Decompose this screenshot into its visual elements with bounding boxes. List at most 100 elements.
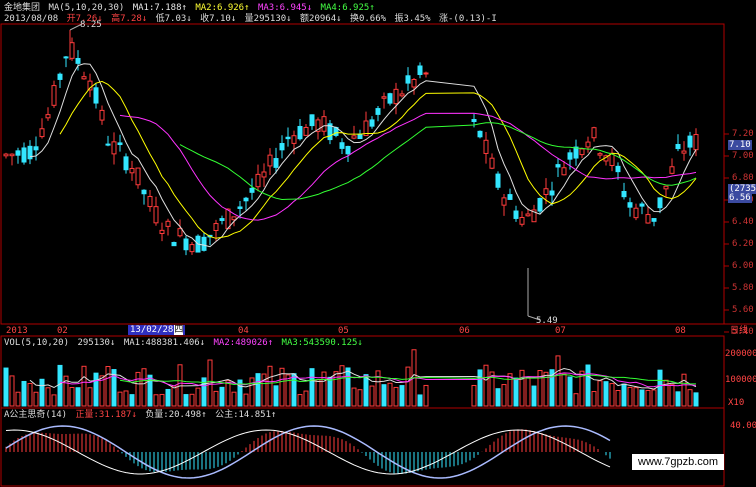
period-selector[interactable]: 日线 — [730, 326, 748, 336]
volume-bar — [627, 386, 633, 407]
volume-bar — [225, 380, 231, 407]
volume-bar — [51, 394, 57, 407]
candle-down — [243, 197, 249, 202]
candle-down — [639, 203, 645, 207]
vol-tick-100000: 100000 — [725, 375, 756, 385]
price-tick-label: 6.40 — [732, 217, 754, 227]
volume-bar — [153, 394, 159, 407]
volume-bar — [381, 384, 387, 407]
volume-bar — [423, 384, 429, 407]
volume-bar — [255, 373, 261, 407]
volume-bar — [591, 391, 597, 407]
volume-bar — [291, 373, 297, 407]
volume-bar — [33, 391, 39, 407]
site-watermark: www.7gpzb.com — [632, 454, 725, 470]
ind-title: A公主思奇(14) — [4, 410, 68, 420]
volume-bar — [183, 394, 189, 407]
candle-up — [411, 78, 417, 88]
volume-bar — [555, 355, 561, 407]
ind-negative: 负量:20.498↑ — [145, 410, 207, 420]
candle-down — [93, 87, 99, 104]
candle-down — [309, 114, 315, 127]
volume-bar — [81, 365, 87, 407]
indicator-header: A公主思奇(14) 正量:31.187↓ 负量:20.498↑ 公主:14.85… — [4, 410, 279, 420]
volume-bar — [93, 372, 99, 407]
candle-down — [183, 238, 189, 251]
price-tick-label: 6.20 — [732, 239, 754, 249]
vol-title: VOL(5,10,20) — [4, 338, 70, 348]
time-label-selected[interactable]: 13/02/28四 — [128, 325, 186, 335]
candle-up — [261, 171, 267, 178]
candle-up — [9, 153, 15, 157]
candle-up — [561, 167, 567, 176]
volume-bar — [501, 384, 507, 407]
indicator-bars — [5, 429, 611, 475]
candle-up — [39, 128, 45, 138]
candle-down — [273, 158, 279, 168]
candle-down — [513, 210, 519, 219]
candle-down — [249, 187, 255, 193]
candle-down — [63, 56, 69, 59]
candle-up — [111, 141, 117, 155]
volume-bar — [309, 368, 315, 407]
volume-bar — [567, 376, 573, 407]
current-price-box: 7.10 — [728, 140, 752, 150]
volume-bar — [213, 390, 219, 407]
volume-bar — [471, 384, 477, 407]
volume-bar — [351, 387, 357, 407]
candle-down — [405, 75, 411, 84]
vol-ma1: MA1:488381.406↓ — [123, 338, 206, 348]
candle-up — [267, 154, 273, 167]
vol-ma2: MA2:489026↑ — [213, 338, 274, 348]
volume-bar — [165, 388, 171, 407]
time-label-02: 02 — [57, 326, 68, 336]
volume-bar — [357, 389, 363, 407]
volume-bar — [507, 373, 513, 407]
candle-up — [399, 93, 405, 97]
volume-bar — [615, 390, 621, 407]
candle-down — [201, 236, 207, 251]
volume-bar — [141, 368, 147, 407]
candle-up — [255, 173, 261, 188]
candle-down — [477, 130, 483, 138]
low-price-mark: 5.49 — [536, 316, 558, 326]
volume-bar — [393, 386, 399, 407]
ind-princess: 公主:14.851↑ — [215, 410, 277, 420]
candle-up — [489, 157, 495, 169]
volume-bar — [363, 374, 369, 407]
volume-bar — [39, 378, 45, 407]
volume-bar — [21, 380, 27, 407]
vol-tick-200000: 200000 — [725, 349, 756, 359]
volume-bar — [633, 387, 639, 407]
candle-up — [153, 206, 159, 224]
volume-bar — [609, 383, 615, 407]
candle-down — [21, 147, 27, 163]
candle-up — [231, 216, 237, 221]
candle-up — [69, 42, 75, 59]
candle-down — [567, 152, 573, 160]
volume-bar — [135, 371, 141, 407]
price-tick-label: 5.60 — [732, 305, 754, 315]
volume-bar — [687, 389, 693, 407]
volume-bar — [45, 387, 51, 407]
candle-up — [291, 135, 297, 144]
volume-bar — [651, 389, 657, 407]
candle-up — [591, 127, 597, 139]
time-label-08: 08 — [675, 326, 686, 336]
candle-up — [129, 167, 135, 174]
candle-up — [147, 195, 153, 208]
volume-bar — [387, 382, 393, 407]
volume-bar — [645, 390, 651, 407]
volume-bar — [177, 364, 183, 407]
volume-ma-lines — [29, 367, 697, 390]
candle-down — [621, 190, 627, 198]
time-label-2013: 2013 — [6, 326, 28, 336]
volume-bar — [675, 391, 681, 407]
candle-down — [627, 202, 633, 208]
vol-ma3: MA3:543590.125↓ — [281, 338, 363, 348]
candle-down — [105, 143, 111, 146]
candle-up — [693, 134, 699, 151]
candle-down — [117, 142, 123, 146]
volume-bar — [495, 388, 501, 407]
selected-weekday: 四 — [174, 325, 184, 335]
